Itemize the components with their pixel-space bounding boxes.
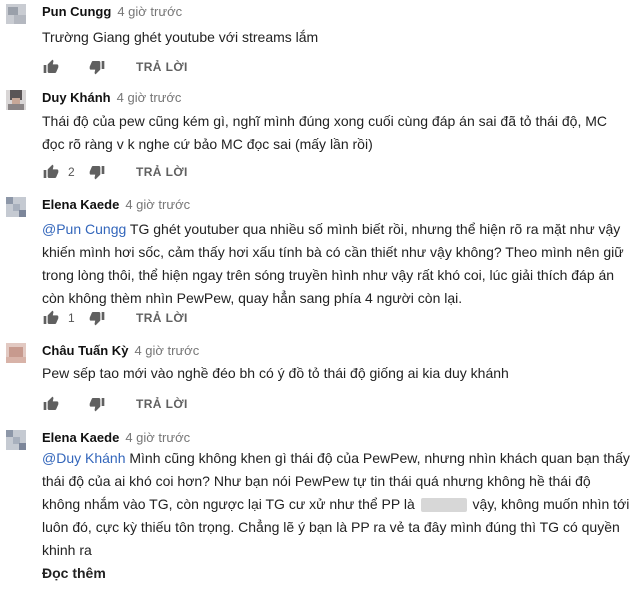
comment-text-content: TG ghét youtuber qua nhiều số mình biết … — [42, 221, 624, 306]
comment-author[interactable]: Elena Kaede — [42, 430, 119, 445]
avatar[interactable] — [6, 430, 26, 450]
comment-actions: 2 TRẢ LỜI — [42, 162, 188, 182]
thumbs-down-icon[interactable] — [88, 395, 106, 413]
comment-time[interactable]: 4 giờ trước — [117, 4, 182, 19]
comment-time[interactable]: 4 giờ trước — [117, 90, 182, 105]
comment-meta: Elena Kaede 4 giờ trước — [42, 430, 190, 446]
comment-mention[interactable]: @Pun Cungg — [42, 221, 126, 237]
thumbs-down-icon[interactable] — [88, 163, 106, 181]
comment-time[interactable]: 4 giờ trước — [125, 197, 190, 212]
comment-author[interactable]: Elena Kaede — [42, 197, 119, 212]
comment-author[interactable]: Duy Khánh — [42, 90, 111, 105]
avatar[interactable] — [6, 90, 26, 110]
comment-text: Thái độ của pew cũng kém gì, nghĩ mình đ… — [42, 113, 608, 152]
comment-meta: Elena Kaede 4 giờ trước — [42, 197, 190, 213]
reply-button[interactable]: TRẢ LỜI — [136, 397, 188, 411]
comment-actions: 1 TRẢ LỜI — [42, 308, 188, 328]
like-count: 2 — [68, 165, 75, 179]
thumbs-up-icon[interactable] — [42, 163, 60, 181]
comment-meta: Pun Cungg 4 giờ trước — [42, 4, 182, 20]
reply-button[interactable]: TRẢ LỜI — [136, 311, 188, 325]
comment-text: Pew sếp tao mới vào nghề đéo bh có ý đồ … — [42, 365, 509, 381]
comment-meta: Duy Khánh 4 giờ trước — [42, 90, 181, 106]
comment-mention[interactable]: @Duy Khánh — [42, 450, 125, 466]
thumbs-down-icon[interactable] — [88, 309, 106, 327]
comment-actions: TRẢ LỜI — [42, 57, 188, 77]
avatar[interactable] — [6, 343, 26, 363]
comment-time[interactable]: 4 giờ trước — [125, 430, 190, 445]
comment-text: Trường Giang ghét youtube với streams lắ… — [42, 29, 319, 45]
comment-author[interactable]: Châu Tuấn Kỳ — [42, 343, 128, 358]
thumbs-up-icon[interactable] — [42, 309, 60, 327]
reply-button[interactable]: TRẢ LỜI — [136, 165, 188, 179]
comment-meta: Châu Tuấn Kỳ 4 giờ trước — [42, 343, 199, 359]
comment-time[interactable]: 4 giờ trước — [134, 343, 199, 358]
comment-text: @Duy Khánh Mình cũng không khen gì thái … — [42, 447, 632, 585]
thumbs-up-icon[interactable] — [42, 395, 60, 413]
avatar[interactable] — [6, 197, 26, 217]
reply-button[interactable]: TRẢ LỜI — [136, 60, 188, 74]
read-more-link[interactable]: Đọc thêm — [42, 565, 106, 581]
like-count: 1 — [68, 311, 75, 325]
thumbs-down-icon[interactable] — [88, 58, 106, 76]
blurred-word — [420, 498, 467, 513]
comment-actions: TRẢ LỜI — [42, 394, 188, 414]
thumbs-up-icon[interactable] — [42, 58, 60, 76]
avatar[interactable] — [6, 4, 26, 24]
comment-text: @Pun Cungg TG ghét youtuber qua nhiều số… — [42, 218, 632, 310]
comment-author[interactable]: Pun Cungg — [42, 4, 111, 19]
